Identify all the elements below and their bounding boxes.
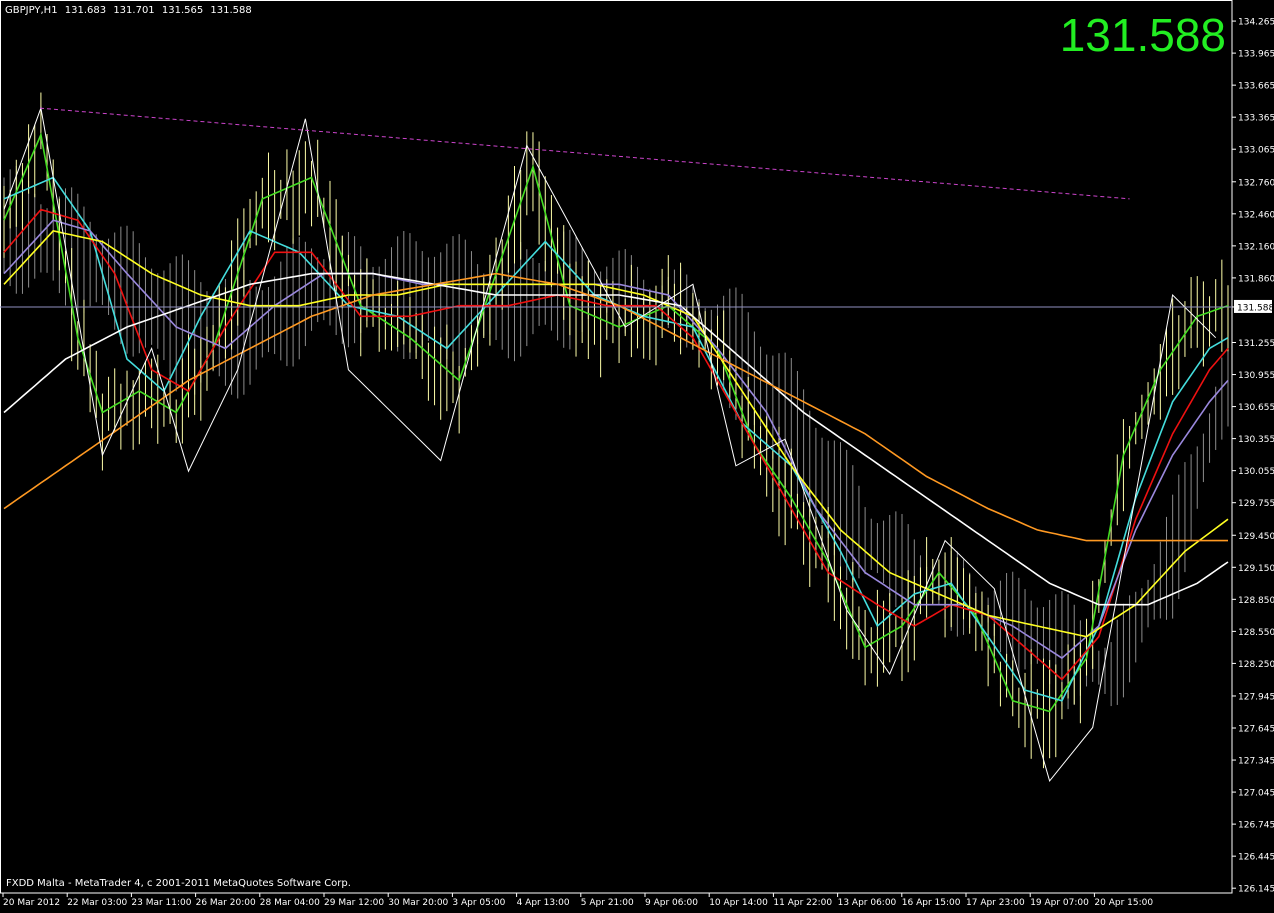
- y-tick-label: 127.345: [1238, 757, 1274, 767]
- high-value: 131.701: [113, 5, 155, 16]
- y-tick-label: 129.150: [1238, 564, 1274, 574]
- y-tick-label: 134.265: [1238, 18, 1274, 28]
- x-tick-label: 20 Mar 2012: [3, 898, 60, 908]
- x-tick-label: 11 Apr 22:00: [773, 898, 832, 908]
- moving-average-ma_red: [3, 208, 1229, 681]
- x-tick-label: 9 Apr 06:00: [645, 898, 698, 908]
- moving-average-ma_orange: [3, 272, 1228, 542]
- y-tick-label: 132.160: [1238, 242, 1274, 252]
- x-tick-label: 29 Mar 12:00: [324, 898, 384, 908]
- y-tick-label: 133.965: [1238, 50, 1274, 60]
- y-tick-label: 133.665: [1238, 82, 1274, 92]
- y-tick-label: 130.955: [1238, 371, 1274, 381]
- symbol-info: GBPJPY,H1 131.683 131.701 131.565 131.58…: [5, 5, 256, 16]
- moving-average-ma_purple: [3, 219, 1229, 660]
- x-tick-label: 3 Apr 05:00: [452, 898, 505, 908]
- x-tick-label: 23 Mar 11:00: [131, 898, 191, 908]
- y-tick-label: 130.055: [1238, 467, 1274, 477]
- x-tick-label: 20 Apr 15:00: [1094, 898, 1153, 908]
- symbol-label: GBPJPY,H1: [5, 5, 58, 16]
- y-tick-label: 128.250: [1238, 660, 1274, 670]
- y-tick-label: 131.860: [1238, 274, 1274, 284]
- x-tick-label: 22 Mar 03:00: [67, 898, 127, 908]
- y-tick-label: 126.745: [1238, 821, 1274, 831]
- y-tick-label: 132.460: [1238, 210, 1274, 220]
- y-tick-label: 127.045: [1238, 789, 1274, 799]
- moving-average-ma_cyan: [3, 176, 1229, 702]
- x-tick-label: 10 Apr 14:00: [709, 898, 768, 908]
- current-price-label: 131.588: [1237, 303, 1274, 313]
- plot-frame: [0, 0, 1233, 894]
- y-tick-label: 126.445: [1238, 853, 1274, 863]
- price-chart[interactable]: 134.265 133.965 133.665 133.365 133.065 132.7…: [0, 0, 1274, 909]
- y-tick-label: 126.145: [1238, 885, 1274, 895]
- y-tick-label: 132.760: [1238, 178, 1274, 188]
- open-value: 131.683: [64, 5, 107, 16]
- x-tick-label: 17 Apr 23:00: [966, 898, 1025, 908]
- y-tick-label: 129.450: [1238, 532, 1274, 542]
- moving-average-ma_white: [3, 272, 1229, 606]
- y-tick-label: 129.755: [1238, 499, 1274, 509]
- resistance-trendline: [39, 107, 1130, 200]
- y-tick-label: 127.645: [1238, 725, 1274, 735]
- x-tick-label: 4 Apr 13:00: [517, 898, 570, 908]
- low-value: 131.565: [161, 5, 204, 16]
- zigzag-line: [3, 106, 1217, 782]
- x-tick-label: 13 Apr 06:00: [838, 898, 897, 908]
- y-tick-label: 133.065: [1238, 146, 1274, 156]
- y-tick-label: 130.655: [1238, 403, 1274, 413]
- y-tick-label: 128.550: [1238, 628, 1274, 638]
- x-tick-label: 26 Mar 20:00: [196, 898, 256, 908]
- moving-average-ma_green: [3, 132, 1229, 713]
- x-tick-label: 5 Apr 21:00: [581, 898, 634, 908]
- big-price-display: 131.588: [1059, 9, 1226, 61]
- x-tick-label: 28 Mar 04:00: [260, 898, 320, 908]
- x-tick-label: 30 Mar 20:00: [388, 898, 448, 908]
- x-tick-label: 16 Apr 15:00: [902, 898, 961, 908]
- copyright-text: FXDD Malta - MetaTrader 4, c 2001-2011 M…: [6, 878, 351, 889]
- y-tick-label: 128.850: [1238, 596, 1274, 606]
- y-tick-label: 133.365: [1238, 114, 1274, 124]
- chart-area[interactable]: 134.265 133.965 133.665 133.365 133.065 132.7…: [0, 0, 1274, 909]
- y-tick-label: 131.255: [1238, 339, 1274, 349]
- x-tick-label: 19 Apr 07:00: [1030, 898, 1089, 908]
- y-tick-label: 130.355: [1238, 435, 1274, 445]
- close-value: 131.588: [210, 5, 252, 16]
- moving-average-ma_yellow: [3, 230, 1229, 638]
- y-tick-label: 127.945: [1238, 692, 1274, 702]
